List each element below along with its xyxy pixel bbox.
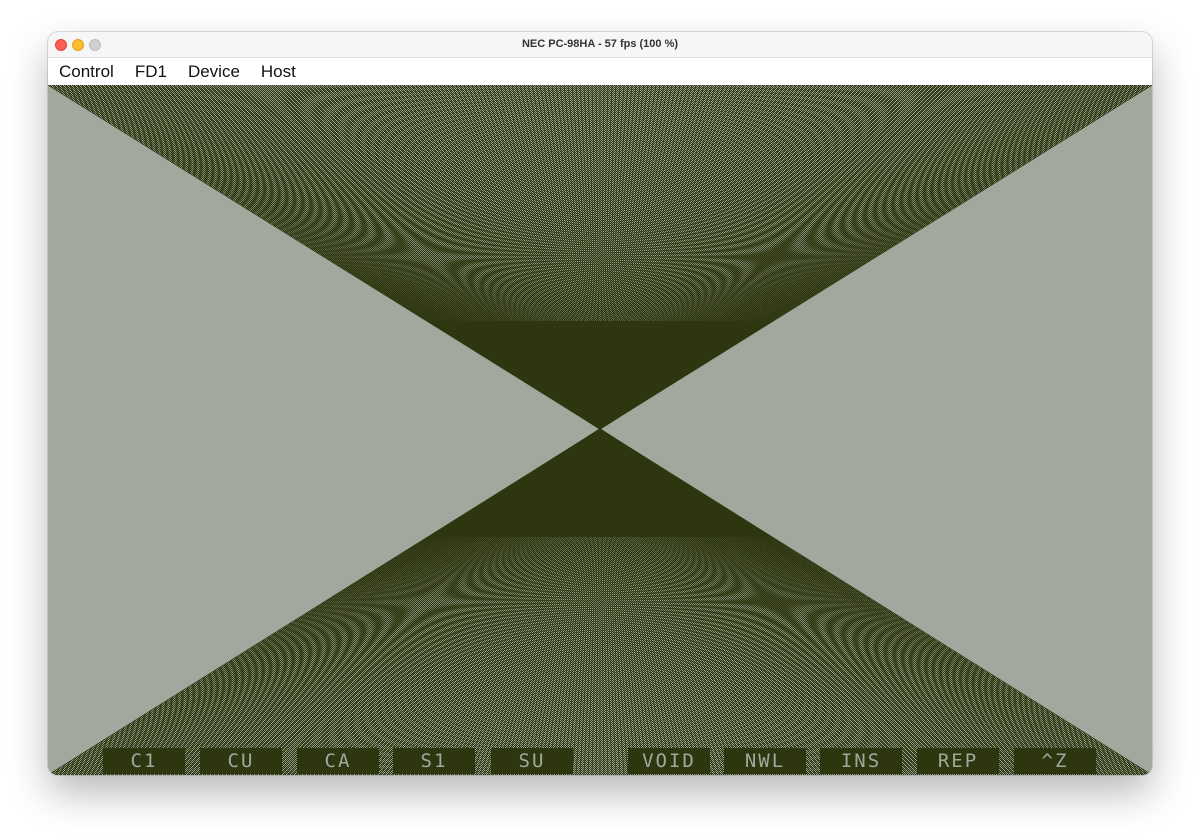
line-pattern-graphic [48,85,1152,775]
fkey-ctrl-z[interactable]: ^Z [1014,748,1096,774]
fkey-void[interactable]: VOID [628,748,710,774]
menu-host[interactable]: Host [250,58,306,85]
fkey-c1[interactable]: C1 [103,748,185,774]
fkey-ins[interactable]: INS [820,748,902,774]
emulator-window: NEC PC-98HA - 57 fps (100 %) Control FD1… [48,32,1152,775]
fkey-rep[interactable]: REP [917,748,999,774]
menu-bar: Control FD1 Device Host [48,58,1152,85]
window-title: NEC PC-98HA - 57 fps (100 %) [521,38,679,50]
fkey-ca[interactable]: CA [297,748,379,774]
title-bar[interactable]: NEC PC-98HA - 57 fps (100 %) [48,32,1152,58]
fkey-cu[interactable]: CU [200,748,282,774]
emulator-screen[interactable]: C1 CU CA S1 SU VOID NWL INS REP ^Z [48,85,1152,775]
fkey-nwl[interactable]: NWL [724,748,806,774]
menu-fd1[interactable]: FD1 [124,58,177,85]
menu-control[interactable]: Control [48,58,124,85]
fkey-s1[interactable]: S1 [393,748,475,774]
menu-device[interactable]: Device [177,58,250,85]
top-dark-core [428,321,772,429]
fkey-su[interactable]: SU [491,748,573,774]
bottom-dark-core [428,429,772,537]
